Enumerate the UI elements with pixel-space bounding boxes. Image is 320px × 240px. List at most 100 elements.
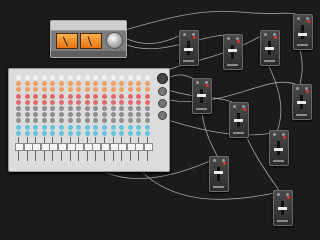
- input-jack[interactable]: [213, 159, 216, 162]
- pedal-fader[interactable]: [278, 206, 287, 210]
- channel-knob-gray[interactable]: [50, 118, 56, 124]
- master-knob[interactable]: [158, 111, 167, 120]
- channel-knob-orange[interactable]: [24, 81, 30, 87]
- input-jack[interactable]: [264, 33, 267, 36]
- channel-knob-gray[interactable]: [33, 112, 39, 118]
- channel-knob-gray[interactable]: [59, 106, 64, 111]
- pedal-fader[interactable]: [265, 46, 274, 50]
- channel-knob-red[interactable]: [93, 99, 99, 105]
- channel-knob-cyan[interactable]: [84, 124, 90, 130]
- input-jack[interactable]: [227, 37, 230, 40]
- pedal-fader[interactable]: [234, 119, 243, 123]
- input-jack[interactable]: [273, 133, 276, 136]
- channel-knob-red[interactable]: [50, 99, 56, 105]
- input-jack[interactable]: [296, 87, 299, 90]
- pedal-fader[interactable]: [214, 171, 223, 175]
- channel-knob-gray[interactable]: [67, 118, 73, 124]
- channel-knob-cyan[interactable]: [33, 130, 39, 136]
- channel-knob-gray[interactable]: [93, 112, 99, 118]
- channel-knob-red[interactable]: [145, 93, 150, 99]
- channel-knob-gray[interactable]: [24, 118, 30, 124]
- channel-knob-gray[interactable]: [24, 112, 30, 118]
- pedal-fader[interactable]: [297, 100, 306, 104]
- channel-knob-gray[interactable]: [76, 112, 82, 118]
- channel-knob-orange[interactable]: [59, 81, 64, 87]
- channel-knob-orange[interactable]: [119, 81, 125, 87]
- channel-knob-cyan[interactable]: [127, 124, 133, 130]
- patch-cable[interactable]: [167, 119, 278, 136]
- effect-pedal[interactable]: [293, 14, 313, 50]
- patch-cable[interactable]: [299, 49, 303, 87]
- channel-knob-cyan[interactable]: [59, 130, 64, 136]
- master-knob[interactable]: [158, 99, 167, 108]
- channel-knob-gray[interactable]: [67, 112, 73, 118]
- channel-knob-gray[interactable]: [136, 112, 142, 118]
- channel-knob-white[interactable]: [93, 75, 99, 80]
- channel-knob-red[interactable]: [84, 99, 90, 105]
- channel-knob-cyan[interactable]: [50, 130, 56, 136]
- channel-knob-cyan[interactable]: [127, 130, 133, 136]
- channel-knob-red[interactable]: [67, 93, 73, 99]
- channel-knob-orange[interactable]: [84, 87, 90, 93]
- channel-knob-orange[interactable]: [24, 87, 30, 93]
- channel-knob-gray[interactable]: [145, 118, 150, 124]
- channel-knob-cyan[interactable]: [110, 130, 116, 136]
- channel-knob-gray[interactable]: [76, 106, 82, 111]
- channel-knob-gray[interactable]: [93, 118, 99, 124]
- channel-knob-red[interactable]: [50, 93, 56, 99]
- channel-knob-cyan[interactable]: [41, 130, 47, 136]
- channel-knob-gray[interactable]: [84, 118, 90, 124]
- channel-knob-orange[interactable]: [67, 87, 73, 93]
- channel-knob-orange[interactable]: [50, 81, 56, 87]
- patch-cable[interactable]: [267, 63, 282, 133]
- pedal-fader[interactable]: [274, 148, 283, 152]
- channel-knob-orange[interactable]: [93, 81, 99, 87]
- channel-knob-gray[interactable]: [102, 118, 107, 124]
- channel-knob-red[interactable]: [119, 93, 125, 99]
- channel-knob-gray[interactable]: [50, 112, 56, 118]
- effect-pedal[interactable]: [260, 30, 280, 66]
- channel-knob-white[interactable]: [136, 75, 142, 80]
- channel-knob-red[interactable]: [16, 99, 21, 105]
- channel-knob-orange[interactable]: [127, 87, 133, 93]
- channel-knob-red[interactable]: [76, 99, 82, 105]
- channel-knob-cyan[interactable]: [16, 130, 21, 136]
- channel-knob-orange[interactable]: [93, 87, 99, 93]
- channel-knob-gray[interactable]: [119, 118, 125, 124]
- channel-knob-red[interactable]: [33, 93, 39, 99]
- channel-knob-gray[interactable]: [50, 106, 56, 111]
- channel-knob-cyan[interactable]: [119, 124, 125, 130]
- channel-knob-red[interactable]: [110, 93, 116, 99]
- input-jack[interactable]: [196, 81, 199, 84]
- channel-knob-white[interactable]: [127, 75, 133, 80]
- channel-knob-red[interactable]: [110, 99, 116, 105]
- effect-pedal[interactable]: [209, 156, 229, 192]
- channel-knob-orange[interactable]: [76, 81, 82, 87]
- channel-knob-orange[interactable]: [41, 81, 47, 87]
- pedal-fader[interactable]: [228, 49, 237, 53]
- channel-knob-gray[interactable]: [93, 106, 99, 111]
- channel-knob-orange[interactable]: [84, 81, 90, 87]
- channel-knob-cyan[interactable]: [24, 124, 30, 130]
- channel-knob-orange[interactable]: [119, 87, 125, 93]
- master-knob[interactable]: [158, 87, 167, 96]
- channel-knob-orange[interactable]: [136, 87, 142, 93]
- channel-knob-red[interactable]: [24, 93, 30, 99]
- channel-knob-orange[interactable]: [145, 81, 150, 87]
- channel-knob-cyan[interactable]: [33, 124, 39, 130]
- effect-pedal[interactable]: [273, 190, 293, 226]
- channel-knob-orange[interactable]: [67, 81, 73, 87]
- channel-knob-gray[interactable]: [59, 118, 64, 124]
- channel-knob-white[interactable]: [145, 75, 150, 80]
- channel-knob-white[interactable]: [110, 75, 116, 80]
- channel-knob-red[interactable]: [102, 99, 107, 105]
- channel-knob-gray[interactable]: [41, 118, 47, 124]
- channel-knob-white[interactable]: [84, 75, 90, 80]
- channel-knob-white[interactable]: [50, 75, 56, 80]
- channel-knob-gray[interactable]: [41, 106, 47, 111]
- channel-knob-cyan[interactable]: [93, 130, 99, 136]
- channel-knob-red[interactable]: [145, 99, 150, 105]
- channel-knob-cyan[interactable]: [93, 124, 99, 130]
- patch-cable[interactable]: [124, 10, 301, 31]
- channel-knob-orange[interactable]: [102, 87, 107, 93]
